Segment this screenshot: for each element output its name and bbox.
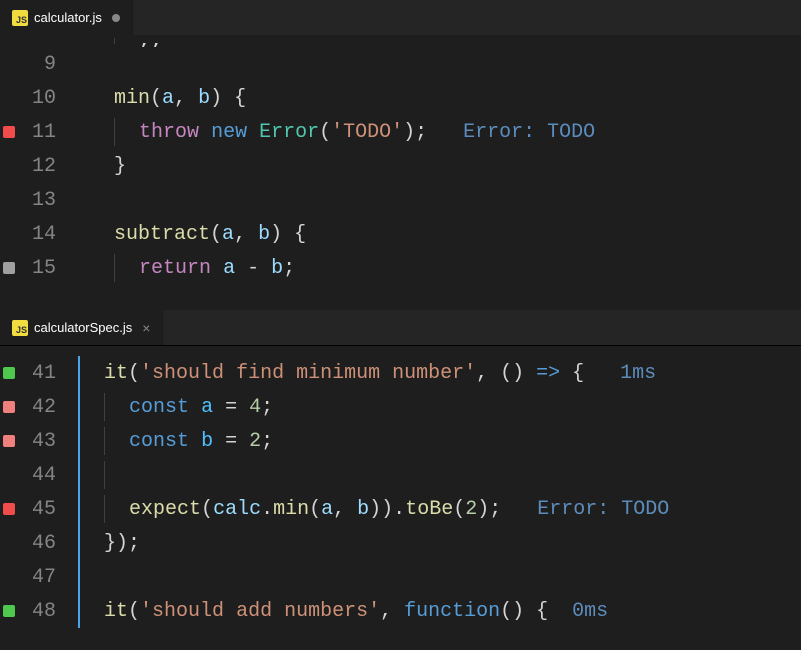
close-icon[interactable]: × <box>142 320 150 336</box>
error-marker-icon <box>3 126 15 138</box>
code-line: 15 return a - b; <box>0 251 801 285</box>
test-time: 1ms <box>620 362 656 385</box>
editor-top[interactable]: ,, 9 10 min(a, b) { 11 throw new Error('… <box>0 35 801 310</box>
test-pass-icon <box>3 367 15 379</box>
code-line: ,, <box>0 35 801 47</box>
code-line: 11 throw new Error('TODO'); Error: TODO <box>0 115 801 149</box>
code-line: 44 <box>0 458 801 492</box>
breakpoint-unverified-icon <box>3 262 15 274</box>
tab-label: calculatorSpec.js <box>34 320 132 335</box>
code-line: 14 subtract(a, b) { <box>0 217 801 251</box>
tab-calculator-spec[interactable]: JS calculatorSpec.js × <box>0 310 163 345</box>
code-line: 46 }); <box>0 526 801 560</box>
tab-label: calculator.js <box>34 10 102 25</box>
dirty-indicator-icon <box>112 14 120 22</box>
code-line: 13 <box>0 183 801 217</box>
code-line: 47 <box>0 560 801 594</box>
coverage-marker-icon <box>3 401 15 413</box>
javascript-file-icon: JS <box>12 10 28 26</box>
code-line: 43 const b = 2; <box>0 424 801 458</box>
test-time: 0ms <box>572 600 608 623</box>
code-line: 41 it('should find minimum number', () =… <box>0 356 801 390</box>
inline-error: Error: TODO <box>463 121 595 144</box>
code-line: 45 expect(calc.min(a, b)).toBe(2); Error… <box>0 492 801 526</box>
tab-bar-top: JS calculator.js <box>0 0 801 35</box>
code-line: 48 it('should add numbers', function() {… <box>0 594 801 628</box>
test-pass-icon <box>3 605 15 617</box>
editor-bottom[interactable]: 41 it('should find minimum number', () =… <box>0 345 801 645</box>
code-line: 9 <box>0 47 801 81</box>
javascript-file-icon: JS <box>12 320 28 336</box>
inline-error: Error: TODO <box>537 498 669 521</box>
error-marker-icon <box>3 503 15 515</box>
tab-calculator[interactable]: JS calculator.js <box>0 0 133 35</box>
code-line: 10 min(a, b) { <box>0 81 801 115</box>
coverage-marker-icon <box>3 435 15 447</box>
tab-bar-bottom: JS calculatorSpec.js × <box>0 310 801 345</box>
code-line: 12 } <box>0 149 801 183</box>
code-line: 42 const a = 4; <box>0 390 801 424</box>
